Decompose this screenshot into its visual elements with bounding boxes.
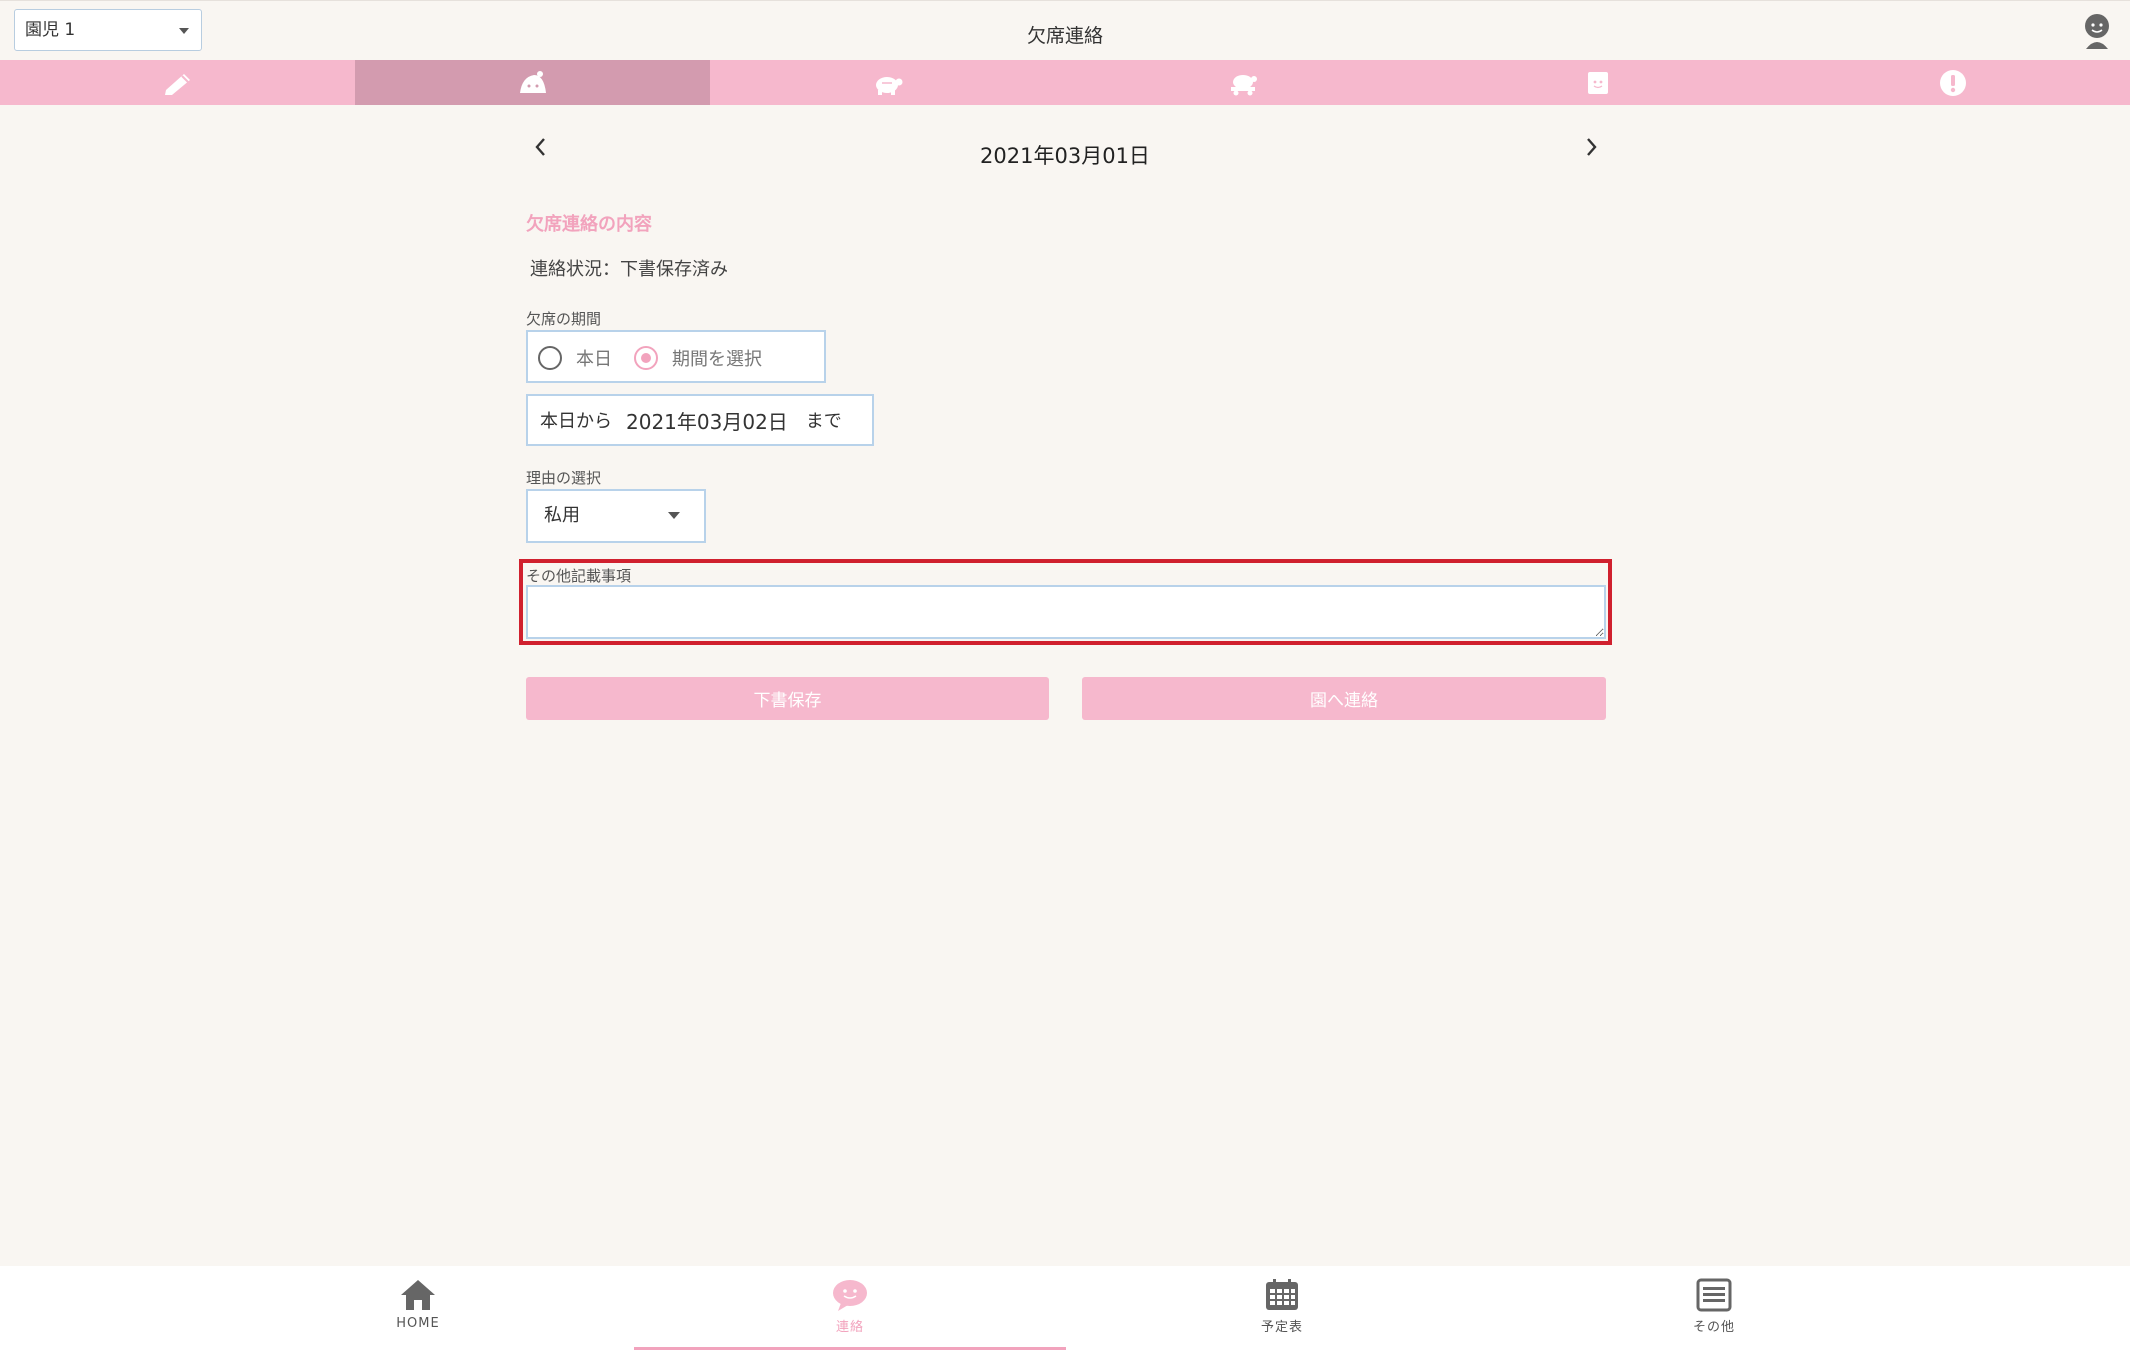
- tab-bus[interactable]: [1065, 60, 1420, 105]
- nav-contact[interactable]: 連絡: [634, 1266, 1066, 1352]
- contact-status: 連絡状況：下書保存済み: [530, 259, 728, 280]
- current-date: 2021年03月01日: [980, 144, 1150, 168]
- notes-textarea[interactable]: [526, 585, 1606, 639]
- radio-select-period-circle[interactable]: [634, 346, 658, 370]
- chevron-down-icon: [668, 512, 680, 519]
- turtle-icon: [875, 76, 902, 95]
- nav-schedule[interactable]: 予定表: [1066, 1266, 1498, 1352]
- tab-notes[interactable]: [1420, 60, 1775, 105]
- page-title: 欠席連絡: [1026, 25, 1103, 47]
- nav-other-label: その他: [1692, 1320, 1735, 1335]
- period-radio-group: 本日 期間を選択: [526, 330, 826, 383]
- category-tab-bar: [0, 60, 2130, 105]
- alert-icon: [1939, 69, 1966, 96]
- calendar-icon: [1266, 1279, 1298, 1310]
- tab-absence[interactable]: [355, 60, 710, 105]
- radio-today-label: 本日: [576, 349, 612, 370]
- menu-icon: [1696, 1278, 1732, 1312]
- note-icon: [1587, 71, 1608, 94]
- nav-other[interactable]: その他: [1498, 1266, 1930, 1352]
- reason-select-value: 私用: [544, 505, 580, 526]
- nav-home[interactable]: HOME: [202, 1266, 634, 1352]
- save-draft-button[interactable]: 下書保存: [526, 677, 1049, 720]
- reason-select[interactable]: 私用: [526, 489, 706, 543]
- radio-select-period-label: 期間を選択: [672, 349, 762, 370]
- app-header: 園児 1 欠席連絡: [0, 0, 2130, 60]
- send-to-school-button[interactable]: 園へ連絡: [1082, 677, 1606, 720]
- period-label: 欠席の期間: [526, 310, 602, 328]
- bottom-nav: HOME 連絡 予定表 その他: [0, 1266, 2130, 1352]
- turtle-cart-icon: [1230, 74, 1257, 95]
- notes-label: その他記載事項: [526, 567, 632, 585]
- absence-contact-page: 園児 1 欠席連絡 2021年03月01日 欠席連絡の内容 連絡状況：下書保存済…: [0, 0, 2130, 1352]
- nav-home-label: HOME: [396, 1316, 440, 1331]
- period-date-field[interactable]: 本日から 2021年03月02日 まで: [526, 394, 874, 446]
- home-icon: [401, 1280, 435, 1310]
- nav-schedule-label: 予定表: [1260, 1320, 1303, 1335]
- radio-today-circle[interactable]: [538, 346, 562, 370]
- radio-today[interactable]: 本日: [538, 345, 612, 371]
- tab-emergency[interactable]: [1775, 60, 2130, 105]
- pencil-icon: [164, 73, 190, 95]
- user-avatar-icon[interactable]: [2082, 13, 2112, 49]
- tab-diary[interactable]: [0, 60, 355, 105]
- sick-child-icon: [519, 70, 546, 93]
- tab-pickup[interactable]: [710, 60, 1065, 105]
- nav-contact-label: 連絡: [835, 1320, 864, 1335]
- period-end-date: 2021年03月02日: [626, 409, 788, 434]
- reason-label: 理由の選択: [526, 469, 602, 487]
- section-title: 欠席連絡の内容: [526, 214, 652, 235]
- radio-select-period[interactable]: 期間を選択: [634, 345, 762, 371]
- chat-icon: [833, 1280, 867, 1311]
- period-to-text: まで: [805, 411, 842, 432]
- period-from-text: 本日から: [540, 411, 612, 432]
- chevron-right-icon[interactable]: [1580, 133, 1602, 161]
